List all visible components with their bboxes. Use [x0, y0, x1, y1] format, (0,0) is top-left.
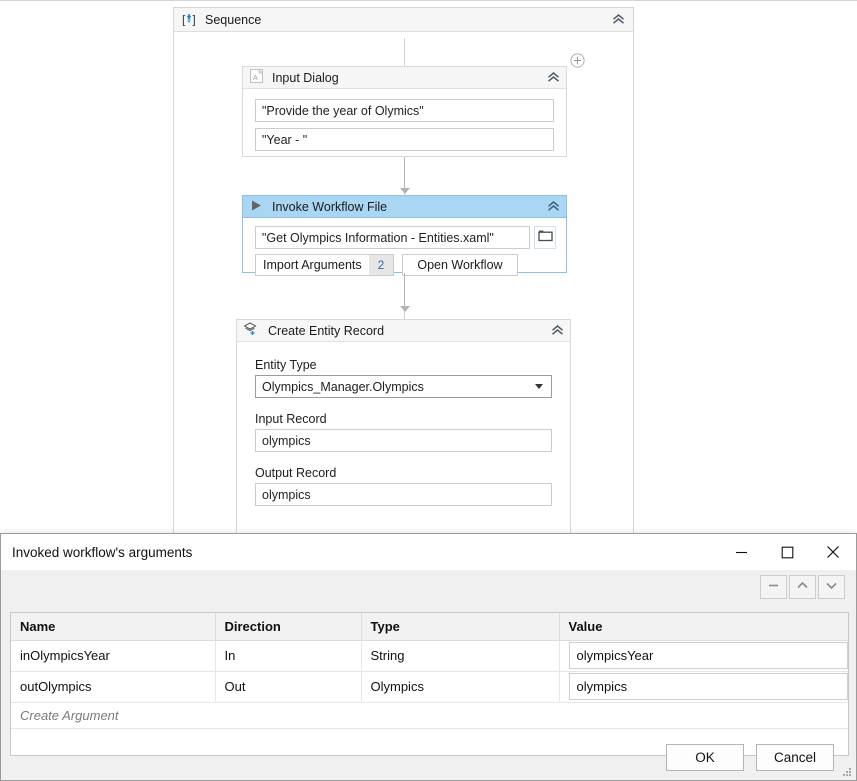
sequence-title: Sequence: [205, 12, 262, 27]
invoke-workflow-header[interactable]: Invoke Workflow File: [243, 196, 566, 218]
output-record-group: Output Record olympics: [255, 466, 552, 506]
dialog-title: Invoked workflow's arguments: [12, 544, 193, 560]
entity-type-label: Entity Type: [255, 358, 317, 372]
chevron-down-icon: [535, 384, 543, 389]
activity-card-input-dialog[interactable]: A Input Dialog "Provide the year of Olym…: [242, 66, 567, 157]
sequence-panel: [ ] Sequence A Input Dialog "Provide the…: [173, 7, 634, 540]
sequence-collapse-chevron-up-icon[interactable]: [609, 12, 627, 28]
svg-text:A: A: [253, 75, 258, 82]
connector-arrow-icon: [400, 188, 410, 194]
svg-text:]: ]: [192, 12, 195, 26]
argument-value-input[interactable]: olympics: [568, 673, 848, 700]
table-header-row: Name Direction Type Value: [11, 613, 848, 641]
entity-type-group: Entity Type Olympics_Manager.Olympics: [255, 358, 552, 398]
argument-value-cell: olympicsYear: [559, 640, 848, 672]
connector-arrow-icon: [400, 306, 410, 312]
column-header-value[interactable]: Value: [559, 613, 848, 641]
create-argument-label[interactable]: Create Argument: [11, 702, 848, 729]
chevron-up-icon: [796, 578, 809, 596]
ok-button[interactable]: OK: [666, 743, 744, 771]
column-header-direction[interactable]: Direction: [215, 613, 362, 641]
workflow-designer-canvas: [ ] Sequence A Input Dialog "Provide the…: [0, 0, 857, 540]
connector-line: [404, 273, 405, 307]
argument-value-input[interactable]: olympicsYear: [568, 642, 848, 669]
entity-type-select[interactable]: Olympics_Manager.Olympics: [255, 375, 552, 398]
argument-name-cell[interactable]: outOlympics: [11, 671, 216, 703]
input-record-field[interactable]: olympics: [255, 429, 552, 452]
argument-direction-cell[interactable]: In: [215, 640, 362, 672]
input-dialog-body: "Provide the year of Olymics" "Year - ": [243, 89, 566, 163]
input-dialog-collapse-chevron-up-icon[interactable]: [544, 70, 562, 86]
app-root: [ ] Sequence A Input Dialog "Provide the…: [0, 0, 857, 781]
chevron-down-icon: [825, 578, 838, 596]
create-entity-header[interactable]: Create Entity Record: [237, 320, 570, 342]
open-workflow-button[interactable]: Open Workflow: [402, 254, 518, 276]
import-arguments-label: Import Arguments: [263, 258, 362, 272]
workflow-path-row: "Get Olympics Information - Entities.xam…: [255, 226, 556, 249]
connector-line: [404, 157, 405, 189]
input-record-group: Input Record olympics: [255, 412, 552, 452]
table-row[interactable]: outOlympics Out Olympics olympics: [11, 671, 848, 703]
arguments-table: Name Direction Type Value inOlympicsYear…: [11, 613, 848, 729]
create-entity-body: Entity Type Olympics_Manager.Olympics In…: [237, 342, 570, 506]
dialog-toolbar: [1, 570, 856, 604]
input-dialog-icon: A: [250, 68, 264, 86]
create-argument-row[interactable]: Create Argument: [11, 702, 848, 729]
input-dialog-label-field[interactable]: "Year - ": [255, 128, 554, 151]
column-header-name[interactable]: Name: [11, 613, 216, 641]
input-dialog-prompt-field[interactable]: "Provide the year of Olymics": [255, 99, 554, 122]
argument-direction-cell[interactable]: Out: [215, 671, 362, 703]
dialog-titlebar[interactable]: Invoked workflow's arguments: [1, 534, 856, 570]
minus-icon: [767, 578, 780, 596]
input-record-label: Input Record: [255, 412, 327, 426]
argument-name-cell[interactable]: inOlympicsYear: [11, 640, 216, 672]
workflow-path-field[interactable]: "Get Olympics Information - Entities.xam…: [255, 226, 530, 249]
browse-folder-button[interactable]: [534, 226, 556, 249]
activity-card-create-entity-record[interactable]: Create Entity Record Entity Type Olympic…: [236, 319, 571, 540]
table-row[interactable]: inOlympicsYear In String olympicsYear: [11, 640, 848, 672]
entity-type-value: Olympics_Manager.Olympics: [262, 379, 424, 394]
create-entity-icon: [243, 322, 259, 339]
add-activity-plus-circle-icon[interactable]: [570, 53, 585, 68]
activity-card-invoke-workflow-file[interactable]: Invoke Workflow File "Get Olympics Infor…: [242, 195, 567, 276]
maximize-button[interactable]: [764, 534, 810, 570]
argument-type-cell[interactable]: String: [361, 640, 560, 672]
play-triangle-icon: [250, 199, 263, 215]
output-record-label: Output Record: [255, 466, 337, 480]
input-dialog-title: Input Dialog: [272, 70, 339, 85]
close-button[interactable]: [810, 534, 856, 570]
argument-value-cell: olympics: [559, 671, 848, 703]
invoke-workflow-collapse-chevron-up-icon[interactable]: [544, 199, 562, 215]
invoked-workflow-arguments-dialog: Invoked workflow's arguments Name Direct…: [0, 533, 857, 781]
remove-argument-button[interactable]: [760, 575, 787, 599]
sequence-header[interactable]: [ ] Sequence: [174, 8, 633, 32]
folder-icon: [537, 229, 553, 247]
output-record-field[interactable]: olympics: [255, 483, 552, 506]
dialog-footer: OK Cancel: [1, 734, 856, 780]
move-down-button[interactable]: [818, 575, 845, 599]
resize-grip[interactable]: [841, 765, 853, 777]
import-arguments-button[interactable]: Import Arguments 2: [255, 254, 395, 276]
create-entity-collapse-chevron-up-icon[interactable]: [548, 323, 566, 339]
move-up-button[interactable]: [789, 575, 816, 599]
import-arguments-count-badge: 2: [368, 255, 394, 275]
input-dialog-header[interactable]: A Input Dialog: [243, 67, 566, 89]
cancel-button[interactable]: Cancel: [756, 743, 834, 771]
create-entity-title: Create Entity Record: [268, 323, 385, 338]
invoke-workflow-title: Invoke Workflow File: [272, 199, 388, 214]
invoke-workflow-button-row: Import Arguments 2 Open Workflow: [255, 254, 556, 276]
argument-type-cell[interactable]: Olympics: [361, 671, 560, 703]
svg-text:[: [: [182, 12, 186, 26]
minimize-button[interactable]: [718, 534, 764, 570]
sequence-icon: [ ]: [182, 12, 197, 27]
column-header-type[interactable]: Type: [361, 613, 560, 641]
